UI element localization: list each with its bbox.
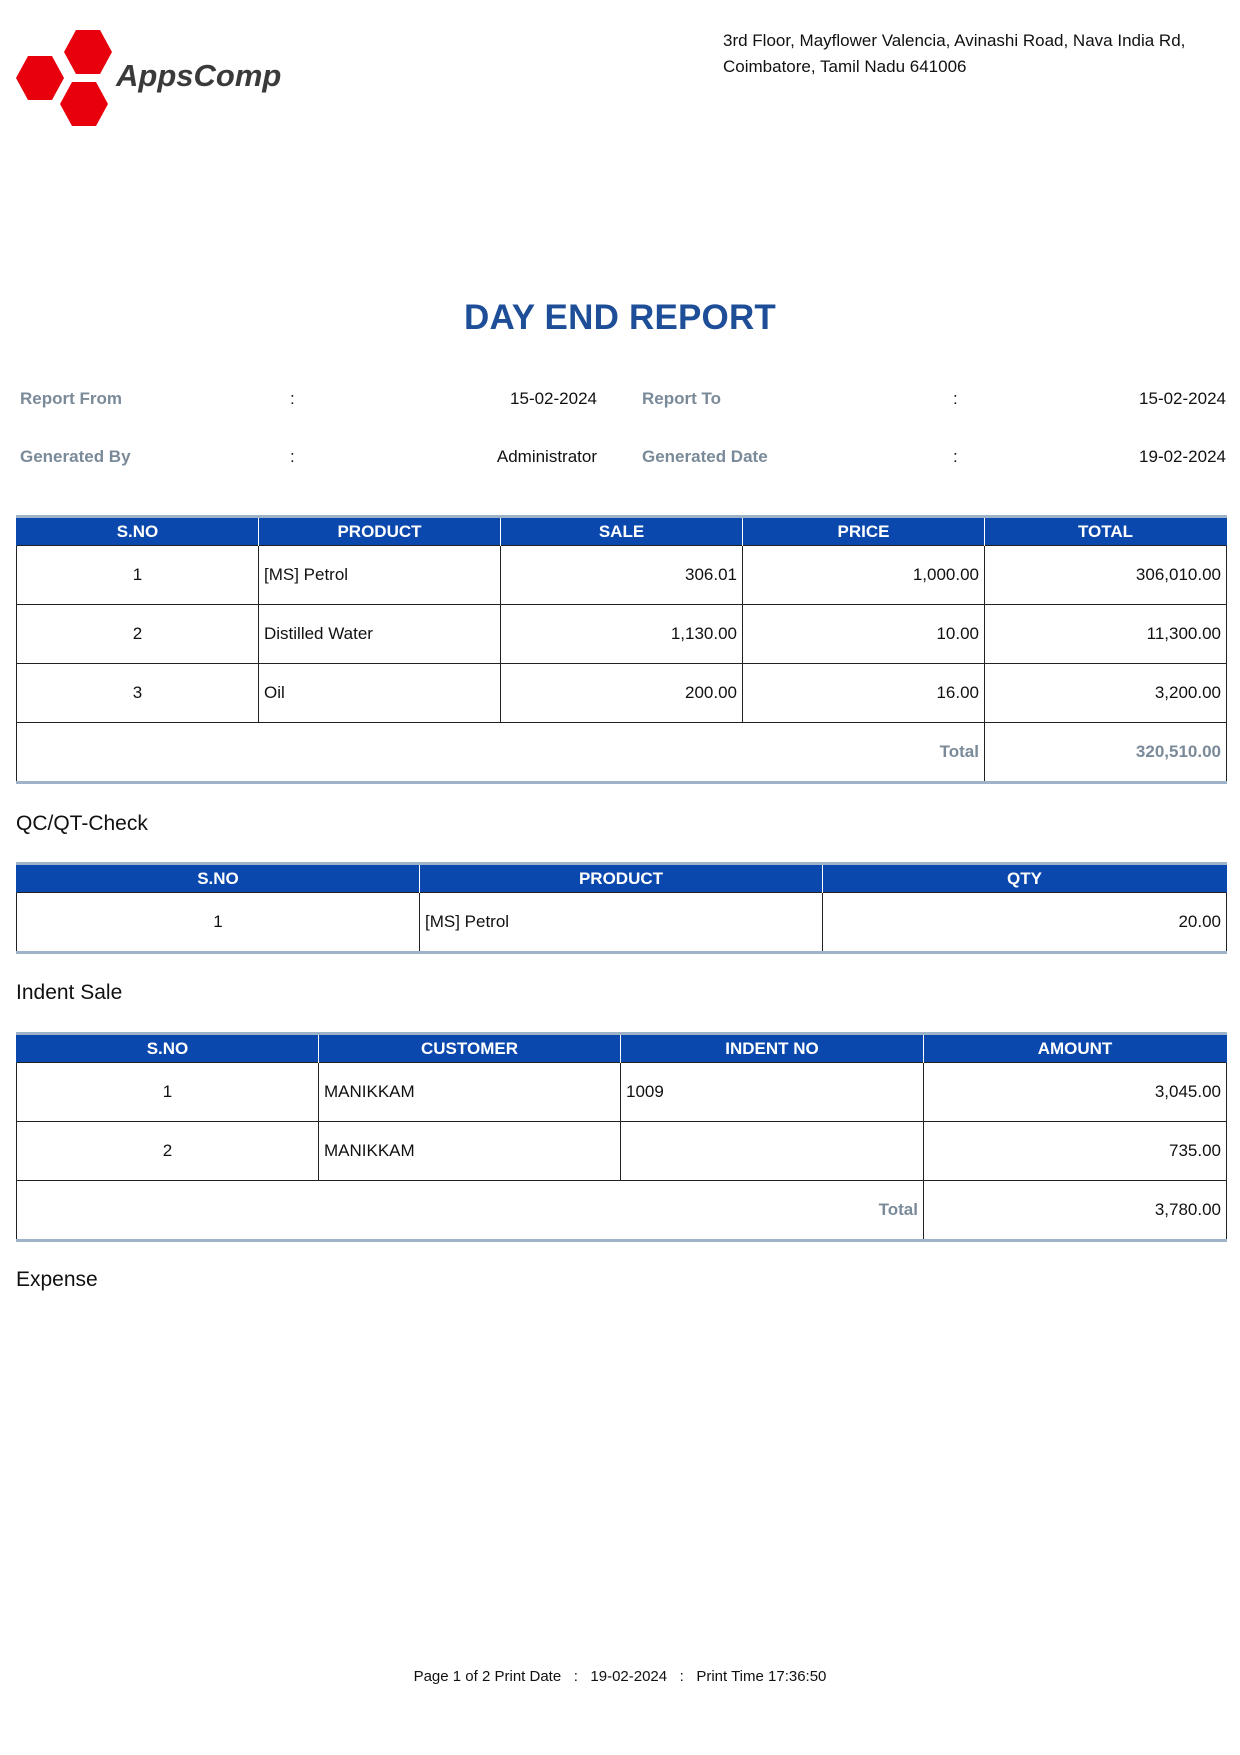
cell-product: Oil bbox=[258, 663, 501, 723]
column-header: CUSTOMER bbox=[318, 1032, 621, 1063]
cell-sale: 306.01 bbox=[500, 545, 743, 605]
cell-sno: 1 bbox=[16, 1062, 319, 1122]
total-label: Total bbox=[16, 722, 985, 784]
cell-sno: 1 bbox=[16, 892, 420, 954]
cell-product: [MS] Petrol bbox=[258, 545, 501, 605]
column-header: AMOUNT bbox=[923, 1032, 1227, 1063]
company-logo: AppsComp bbox=[14, 28, 304, 128]
table-row: 1 [MS] Petrol 20.00 bbox=[16, 892, 1227, 954]
print-time-label: Print Time bbox=[696, 1668, 764, 1685]
cell-product: Distilled Water bbox=[258, 604, 501, 664]
report-title: DAY END REPORT bbox=[463, 298, 777, 337]
table-header-row: S.NO PRODUCT SALE PRICE TOTAL bbox=[16, 515, 1227, 546]
total-value: 320,510.00 bbox=[984, 722, 1227, 784]
cell-indent-no: 1009 bbox=[620, 1062, 924, 1122]
table-header-row: S.NO PRODUCT QTY bbox=[16, 862, 1227, 893]
total-label: Total bbox=[16, 1180, 924, 1242]
print-time-value: 17:36:50 bbox=[768, 1668, 827, 1685]
colon: : bbox=[953, 389, 958, 408]
total-row: Total 320,510.00 bbox=[16, 722, 1227, 784]
column-header: PRODUCT bbox=[419, 862, 823, 893]
address-line-2: Coimbatore, Tamil Nadu 641006 bbox=[723, 57, 967, 76]
report-from-label: Report From bbox=[20, 389, 122, 408]
generated-date-value: 19-02-2024 bbox=[1139, 447, 1226, 466]
table-row: 1 [MS] Petrol 306.01 1,000.00 306,010.00 bbox=[16, 545, 1227, 605]
colon: : bbox=[679, 1668, 684, 1685]
cell-sno: 3 bbox=[16, 663, 259, 723]
cell-customer: MANIKKAM bbox=[318, 1062, 621, 1122]
company-address: 3rd Floor, Mayflower Valencia, Avinashi … bbox=[723, 28, 1223, 80]
page-number: Page 1 of 2 bbox=[413, 1668, 491, 1685]
cell-total: 11,300.00 bbox=[984, 604, 1227, 664]
report-from-value: 15-02-2024 bbox=[510, 389, 597, 408]
cell-sale: 200.00 bbox=[500, 663, 743, 723]
indent-section-title: Indent Sale bbox=[16, 981, 123, 1004]
report-to-value: 15-02-2024 bbox=[1139, 389, 1226, 408]
print-date-value: 19-02-2024 bbox=[590, 1668, 668, 1685]
column-header: INDENT NO bbox=[620, 1032, 924, 1063]
column-header: PRODUCT bbox=[258, 515, 501, 546]
table-row: 2 MANIKKAM 735.00 bbox=[16, 1121, 1227, 1181]
generated-by-value: Administrator bbox=[496, 447, 597, 466]
meta-row-report-range: Report From : 15-02-2024 Report To : 15-… bbox=[16, 389, 1226, 415]
colon: : bbox=[953, 447, 958, 466]
generated-by-label: Generated By bbox=[20, 447, 131, 466]
qc-table: S.NO PRODUCT QTY 1 [MS] Petrol 20.00 bbox=[16, 862, 1227, 954]
colon: : bbox=[290, 389, 295, 408]
expense-section-title: Expense bbox=[16, 1268, 98, 1291]
report-to-label: Report To bbox=[642, 389, 722, 408]
cell-product: [MS] Petrol bbox=[419, 892, 823, 954]
column-header: PRICE bbox=[742, 515, 985, 546]
cell-price: 16.00 bbox=[742, 663, 985, 723]
print-date-label: Print Date bbox=[494, 1668, 562, 1685]
column-header: SALE bbox=[500, 515, 743, 546]
qc-section-title: QC/QT-Check bbox=[16, 812, 148, 835]
cell-amount: 3,045.00 bbox=[923, 1062, 1227, 1122]
colon: : bbox=[290, 447, 295, 466]
table-row: 2 Distilled Water 1,130.00 10.00 11,300.… bbox=[16, 604, 1227, 664]
column-header: S.NO bbox=[16, 1032, 319, 1063]
cell-customer: MANIKKAM bbox=[318, 1121, 621, 1181]
sales-table: S.NO PRODUCT SALE PRICE TOTAL 1 [MS] Pet… bbox=[16, 515, 1227, 784]
table-header-row: S.NO CUSTOMER INDENT NO AMOUNT bbox=[16, 1032, 1227, 1063]
cell-qty: 20.00 bbox=[822, 892, 1227, 954]
colon: : bbox=[573, 1668, 578, 1685]
column-header: QTY bbox=[822, 862, 1227, 893]
total-value: 3,780.00 bbox=[923, 1180, 1227, 1242]
cell-price: 1,000.00 bbox=[742, 545, 985, 605]
column-header: S.NO bbox=[16, 515, 259, 546]
cell-total: 3,200.00 bbox=[984, 663, 1227, 723]
cell-total: 306,010.00 bbox=[984, 545, 1227, 605]
meta-row-generated: Generated By : Administrator Generated D… bbox=[16, 447, 1226, 473]
cell-sno: 2 bbox=[16, 604, 259, 664]
generated-date-label: Generated Date bbox=[642, 447, 768, 466]
hexagon-logo-icon: AppsComp bbox=[16, 30, 281, 126]
cell-sno: 2 bbox=[16, 1121, 319, 1181]
table-row: 3 Oil 200.00 16.00 3,200.00 bbox=[16, 663, 1227, 723]
total-row: Total 3,780.00 bbox=[16, 1180, 1227, 1242]
cell-price: 10.00 bbox=[742, 604, 985, 664]
logo-wordmark: AppsComp bbox=[115, 58, 281, 93]
cell-sale: 1,130.00 bbox=[500, 604, 743, 664]
column-header: TOTAL bbox=[984, 515, 1227, 546]
table-row: 1 MANIKKAM 1009 3,045.00 bbox=[16, 1062, 1227, 1122]
column-header: S.NO bbox=[16, 862, 420, 893]
indent-table: S.NO CUSTOMER INDENT NO AMOUNT 1 MANIKKA… bbox=[16, 1032, 1227, 1242]
cell-indent-no bbox=[620, 1121, 924, 1181]
page-footer: Page 1 of 2 Print Date : 19-02-2024 : Pr… bbox=[0, 1668, 1240, 1685]
cell-sno: 1 bbox=[16, 545, 259, 605]
address-line-1: 3rd Floor, Mayflower Valencia, Avinashi … bbox=[723, 31, 1186, 50]
cell-amount: 735.00 bbox=[923, 1121, 1227, 1181]
